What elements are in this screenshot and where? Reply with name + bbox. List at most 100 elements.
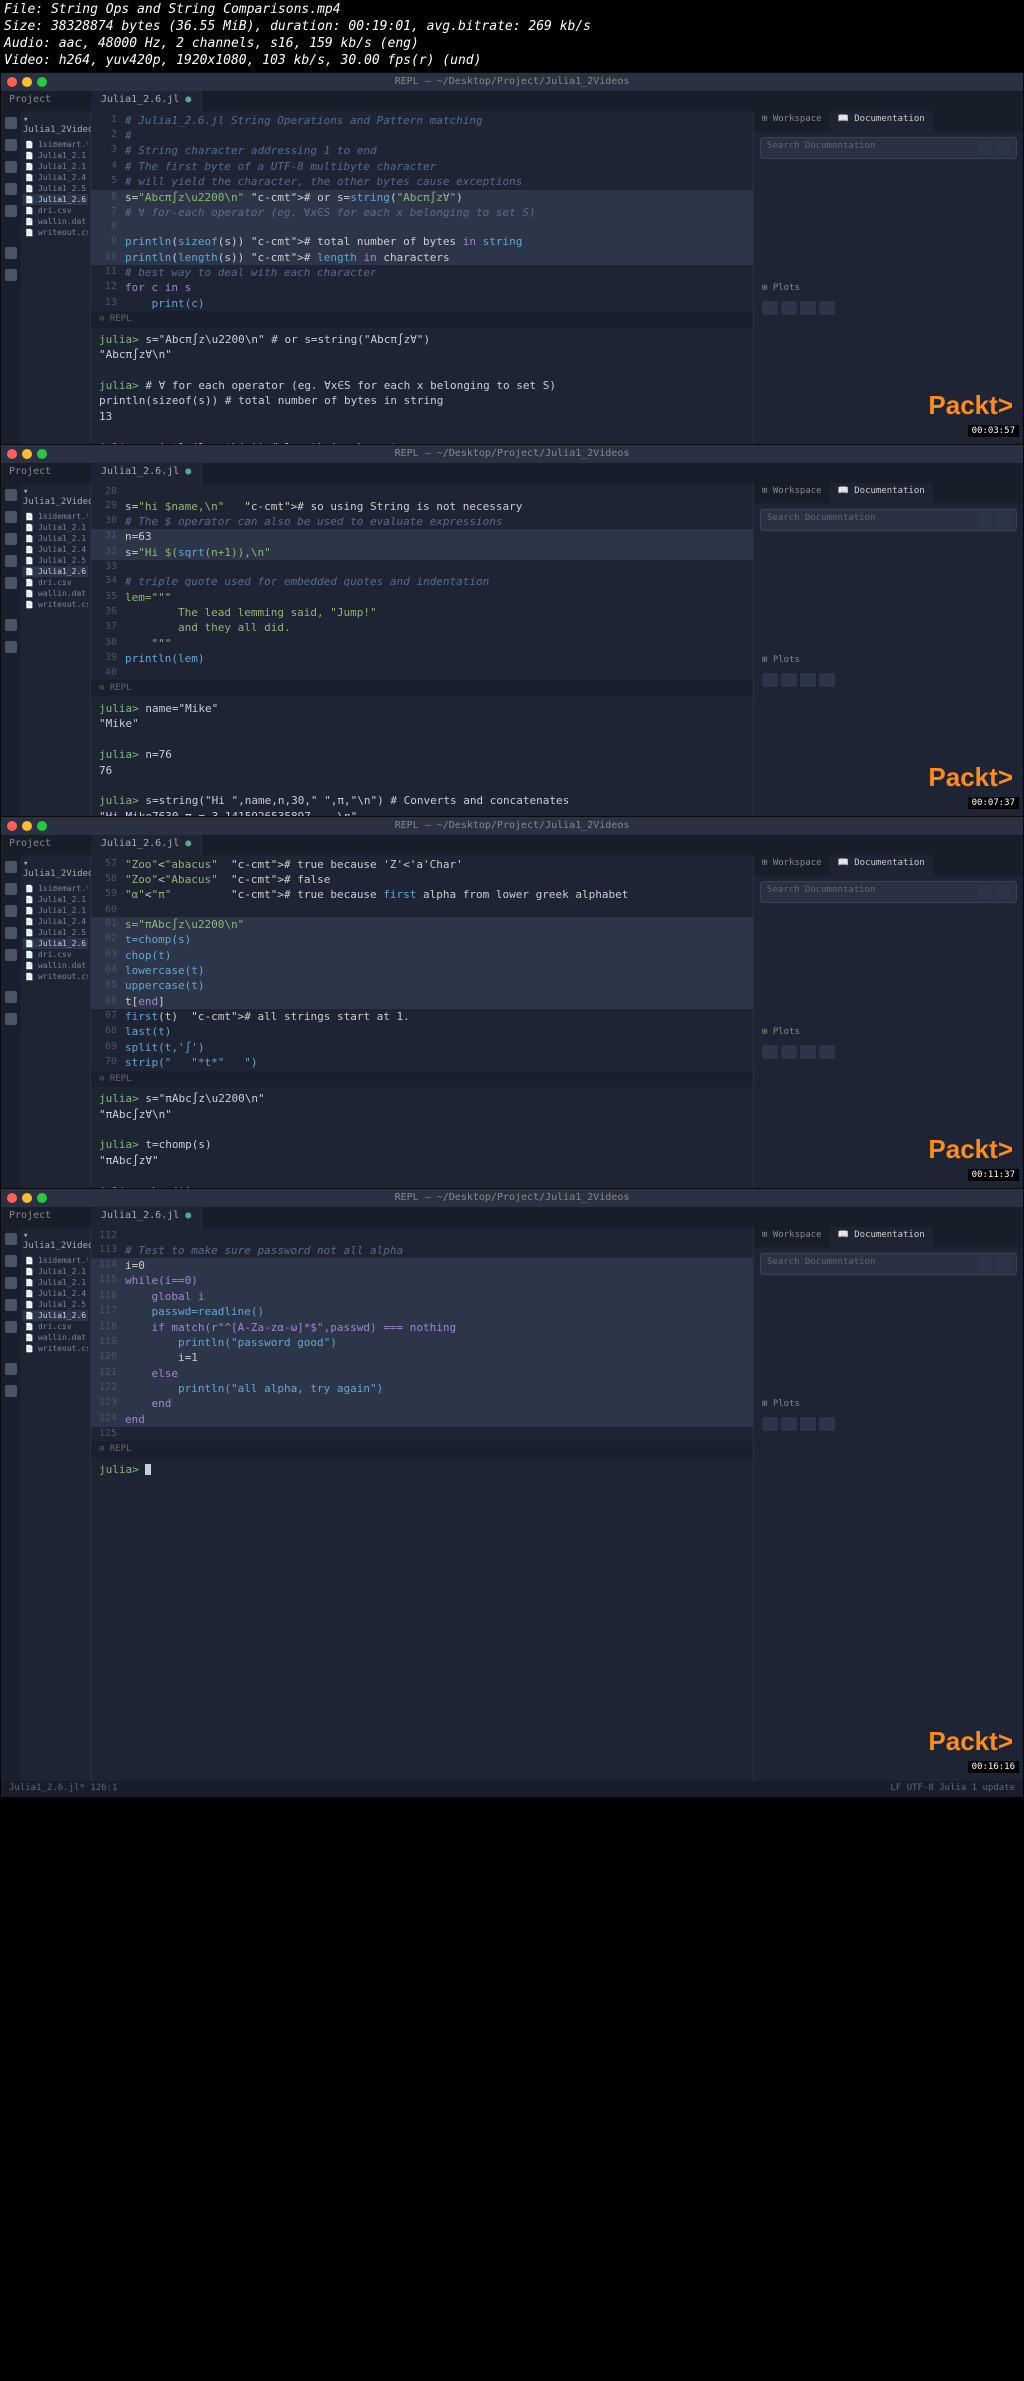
code-line[interactable]: 40 bbox=[91, 666, 753, 680]
sidebar-file[interactable]: Julia1_2.6.jl bbox=[23, 1310, 88, 1321]
workspace-tab[interactable]: ⊞ Workspace bbox=[754, 111, 830, 131]
doc-search[interactable]: Search Documentation bbox=[760, 509, 1017, 531]
search-icon[interactable] bbox=[978, 885, 992, 899]
code-line[interactable]: 33 bbox=[91, 560, 753, 574]
pause-icon[interactable] bbox=[5, 1385, 17, 1397]
code-line[interactable]: 12for c in s bbox=[91, 280, 753, 295]
code-line[interactable]: 36 The lead lemming said, "Jump!" bbox=[91, 605, 753, 620]
code-line[interactable]: 117 passwd=readline() bbox=[91, 1304, 753, 1319]
code-line[interactable]: 124end bbox=[91, 1412, 753, 1427]
sidebar-file[interactable]: Julia1_2.4.2 bbox=[23, 172, 88, 183]
code-line[interactable]: 31n=63 bbox=[91, 529, 753, 544]
sidebar-file[interactable]: dri.csv bbox=[23, 577, 88, 588]
code-line[interactable]: 57"Zoo"<"abacus" "c-cmt"># true because … bbox=[91, 857, 753, 872]
code-line[interactable]: 123 end bbox=[91, 1396, 753, 1411]
files-icon[interactable] bbox=[5, 117, 17, 129]
menu-icon[interactable] bbox=[996, 1257, 1010, 1271]
sidebar-file[interactable]: writeout.csv bbox=[23, 227, 88, 238]
pause-icon[interactable] bbox=[5, 1013, 17, 1025]
window-controls[interactable] bbox=[7, 821, 47, 831]
code-line[interactable]: 7# ∀ for-each operator (eg. ∀x∈S for eac… bbox=[91, 205, 753, 220]
repl-output[interactable]: julia> s="πAbc∫z\u2200\n""πAbc∫z∀\n" jul… bbox=[91, 1087, 753, 1188]
file-tree[interactable]: ▾ Julia1_2Videos 1sidemart.tJulia1_2.1.j… bbox=[21, 483, 91, 817]
code-line[interactable]: 119 println("password good") bbox=[91, 1335, 753, 1350]
code-line[interactable]: 35lem=""" bbox=[91, 590, 753, 605]
code-line[interactable]: 28 bbox=[91, 485, 753, 499]
code-line[interactable]: 1# Julia1_2.6.jl String Operations and P… bbox=[91, 113, 753, 128]
code-line[interactable]: 120 i=1 bbox=[91, 1350, 753, 1365]
repl-output[interactable]: julia> s="Abcπ∫z\u2200\n" # or s=string(… bbox=[91, 328, 753, 445]
files-icon[interactable] bbox=[5, 489, 17, 501]
plot-controls[interactable] bbox=[754, 1413, 1023, 1435]
folder-name[interactable]: ▾ Julia1_2Videos bbox=[23, 115, 88, 135]
debug-icon[interactable] bbox=[5, 183, 17, 195]
file-tab[interactable]: Julia1_2.6.jl ● bbox=[91, 1207, 202, 1227]
sidebar-file[interactable]: Julia1_2.1.jl bbox=[23, 522, 88, 533]
sidebar-file[interactable]: wallin.dat bbox=[23, 1332, 88, 1343]
code-line[interactable]: 30# The $ operator can also be used to e… bbox=[91, 514, 753, 529]
sidebar-file[interactable]: 1sidemart.t bbox=[23, 139, 88, 150]
play-icon[interactable] bbox=[5, 247, 17, 259]
code-line[interactable]: 29s="hi $name,\n" "c-cmt"># so using Str… bbox=[91, 499, 753, 514]
documentation-tab[interactable]: 📖 Documentation bbox=[830, 1227, 933, 1247]
code-line[interactable]: 121 else bbox=[91, 1366, 753, 1381]
window-controls[interactable] bbox=[7, 1193, 47, 1203]
code-line[interactable]: 63chop(t) bbox=[91, 948, 753, 963]
documentation-tab[interactable]: 📖 Documentation bbox=[830, 111, 933, 131]
doc-search[interactable]: Search Documentation bbox=[760, 881, 1017, 903]
code-line[interactable]: 66t[end] bbox=[91, 994, 753, 1009]
documentation-tab[interactable]: 📖 Documentation bbox=[830, 483, 933, 503]
search-icon[interactable] bbox=[978, 513, 992, 527]
code-line[interactable]: 113# Test to make sure password not all … bbox=[91, 1243, 753, 1258]
pause-icon[interactable] bbox=[5, 641, 17, 653]
code-line[interactable]: 65uppercase(t) bbox=[91, 978, 753, 993]
code-line[interactable]: 112 bbox=[91, 1229, 753, 1243]
sidebar-file[interactable]: dri.csv bbox=[23, 949, 88, 960]
folder-name[interactable]: ▾ Julia1_2Videos bbox=[23, 859, 88, 879]
sidebar-file[interactable]: Julia1_2.6.jl bbox=[23, 566, 88, 577]
plot-controls[interactable] bbox=[754, 297, 1023, 319]
code-line[interactable]: 6s="Abcπ∫z\u2200\n" "c-cmt"># or s=strin… bbox=[91, 190, 753, 205]
doc-search[interactable]: Search Documentation bbox=[760, 1253, 1017, 1275]
code-line[interactable]: 122 println("all alpha, try again") bbox=[91, 1381, 753, 1396]
files-icon[interactable] bbox=[5, 861, 17, 873]
code-line[interactable]: 64lowercase(t) bbox=[91, 963, 753, 978]
play-icon[interactable] bbox=[5, 619, 17, 631]
code-line[interactable]: 37 and they all did. bbox=[91, 620, 753, 635]
play-icon[interactable] bbox=[5, 1363, 17, 1375]
sidebar-file[interactable]: Julia1_2.1.jl bbox=[23, 894, 88, 905]
code-editor[interactable]: 2829s="hi $name,\n" "c-cmt"># so using S… bbox=[91, 483, 753, 817]
sidebar-file[interactable]: Julia1_2.1.jl bbox=[23, 150, 88, 161]
sidebar-file[interactable]: Julia1_2.1.2 bbox=[23, 905, 88, 916]
sidebar-file[interactable]: Julia1_2.1.jl bbox=[23, 1266, 88, 1277]
search-icon[interactable] bbox=[5, 139, 17, 151]
menu-icon[interactable] bbox=[996, 141, 1010, 155]
plot-controls[interactable] bbox=[754, 1041, 1023, 1063]
code-line[interactable]: 39println(lem) bbox=[91, 651, 753, 666]
code-editor[interactable]: 112113# Test to make sure password not a… bbox=[91, 1227, 753, 1781]
workspace-tab[interactable]: ⊞ Workspace bbox=[754, 483, 830, 503]
file-tab[interactable]: Julia1_2.6.jl ● bbox=[91, 91, 202, 111]
sidebar-file[interactable]: Julia1_2.5.jl bbox=[23, 183, 88, 194]
files-icon[interactable] bbox=[5, 1233, 17, 1245]
folder-name[interactable]: ▾ Julia1_2Videos bbox=[23, 1231, 88, 1251]
sidebar-file[interactable]: Julia1_2.6.jl bbox=[23, 938, 88, 949]
sidebar-file[interactable]: Julia1_2.4.2 bbox=[23, 1288, 88, 1299]
sidebar-file[interactable]: Julia1_2.4.2 bbox=[23, 544, 88, 555]
repl-output[interactable]: julia> name="Mike""Mike" julia> n=7676 j… bbox=[91, 697, 753, 817]
sidebar-file[interactable]: Julia1_2.1.2 bbox=[23, 533, 88, 544]
code-line[interactable]: 34# triple quote used for embedded quote… bbox=[91, 574, 753, 589]
git-icon[interactable] bbox=[5, 161, 17, 173]
menu-icon[interactable] bbox=[996, 513, 1010, 527]
activity-bar[interactable] bbox=[1, 111, 21, 445]
file-tree[interactable]: ▾ Julia1_2Videos 1sidemart.tJulia1_2.1.j… bbox=[21, 111, 91, 445]
git-icon[interactable] bbox=[5, 905, 17, 917]
code-editor[interactable]: 1# Julia1_2.6.jl String Operations and P… bbox=[91, 111, 753, 445]
activity-bar[interactable] bbox=[1, 855, 21, 1189]
code-line[interactable]: 62t=chomp(s) bbox=[91, 932, 753, 947]
documentation-tab[interactable]: 📖 Documentation bbox=[830, 855, 933, 875]
code-line[interactable]: 38 """ bbox=[91, 636, 753, 651]
window-controls[interactable] bbox=[7, 77, 47, 87]
code-line[interactable]: 32s="Hi $(sqrt(n+1)),\n" bbox=[91, 545, 753, 560]
code-line[interactable]: 2# bbox=[91, 128, 753, 143]
